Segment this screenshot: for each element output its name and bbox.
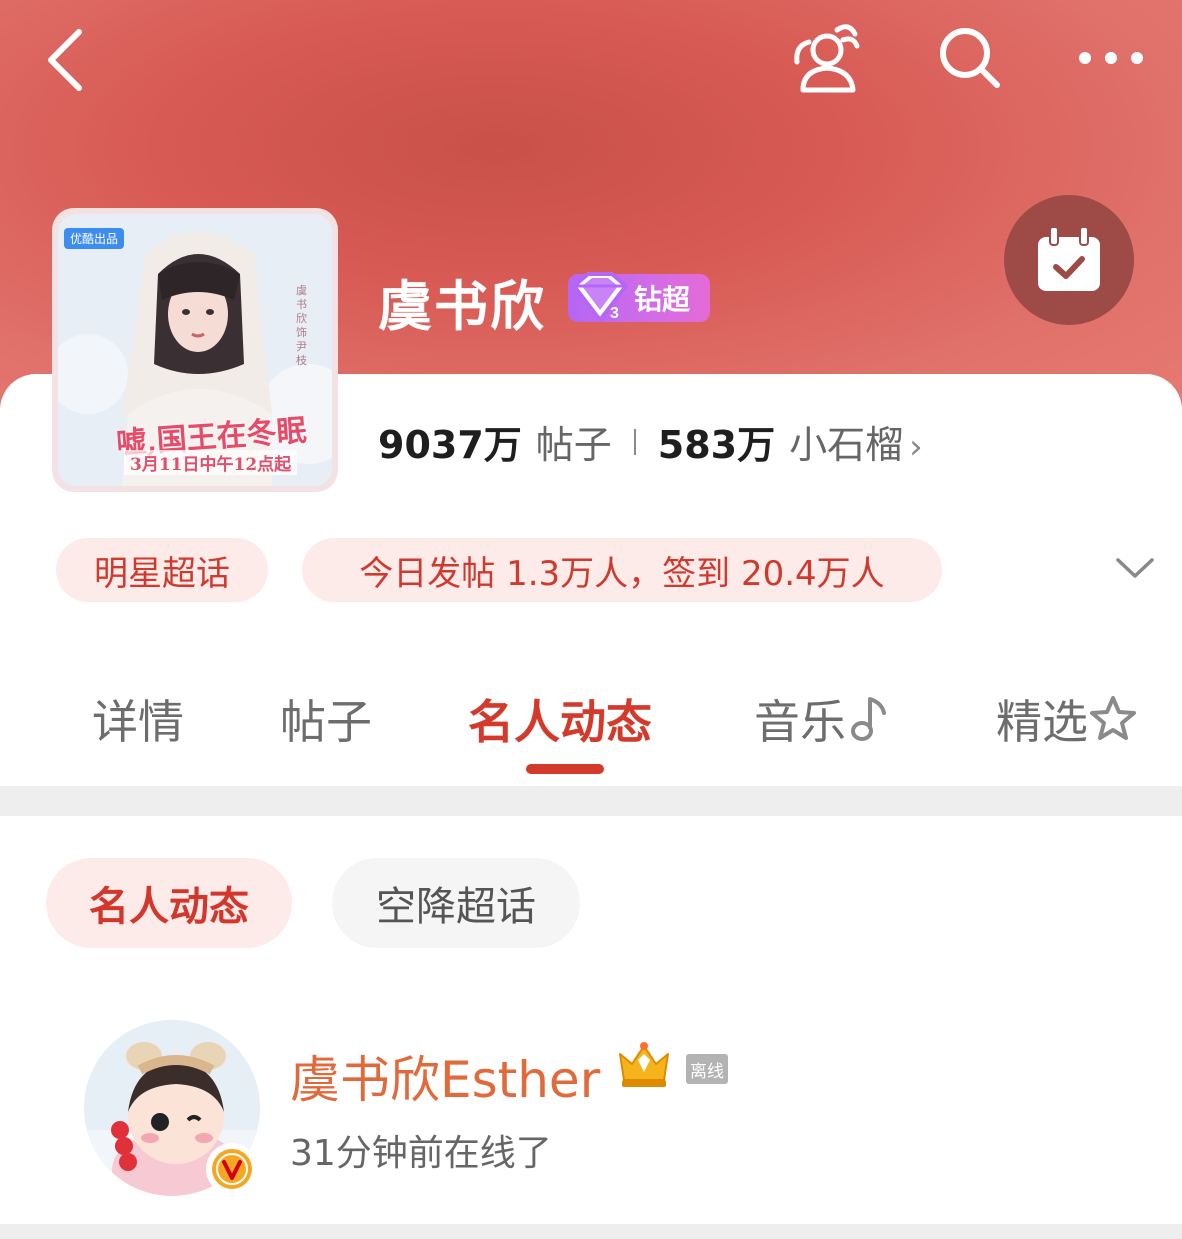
tab-posts[interactable]: 帖子 [280,686,372,752]
fans-label: 小石榴 [789,423,904,467]
diamond-icon: 3 [572,272,628,322]
cover-date: 3月11日中午12点起 [124,450,298,475]
last-online-text: 31分钟前在线了 [290,1133,552,1174]
tab-featured[interactable]: 精选 [996,686,1138,752]
celebrity-name[interactable]: 虞书欣Esther [290,1040,600,1112]
diamond-super-badge[interactable]: 3 钻超 [568,272,710,322]
diamond-badge-label: 钻超 [634,283,691,316]
tab-label: 名人动态 [468,695,652,749]
more-horizontal-icon [1079,52,1143,64]
cover-badge: 优酷出品 [64,228,125,249]
fans-count: 583万 [657,423,776,467]
badge-level: 3 [610,305,619,322]
calendar-check-icon [1038,226,1100,291]
chevron-down-icon [1116,558,1154,578]
expand-button[interactable] [1110,546,1160,590]
cover-side-text: 虞书欣饰尹枝 [296,284,307,367]
superfan-crown-badge [614,1040,674,1094]
chevron-right-icon: › [909,427,923,467]
posts-label: 帖子 [535,423,612,467]
group-chat-icon [794,24,860,93]
topic-category-pill[interactable]: 明星超话 [56,538,268,602]
tab-label: 精选 [996,695,1088,749]
verified-v-icon [212,1149,252,1189]
group-chat-button[interactable] [782,18,872,98]
section-divider [0,786,1182,816]
topic-stats[interactable]: 9037万 帖子 583万 小石榴 › [378,414,923,469]
tab-label: 音乐 [754,695,846,749]
checkin-button[interactable] [1004,195,1134,325]
topic-name: 虞书欣 [378,274,546,338]
active-tab-indicator [526,764,604,774]
more-button[interactable] [1066,18,1156,98]
tab-celebrity-updates[interactable]: 名人动态 [468,686,652,752]
back-button[interactable] [30,20,100,100]
daily-stats-pill: 今日发帖 1.3万人，签到 20.4万人 [302,538,942,602]
tab-music[interactable]: 音乐 [754,686,890,752]
tab-label: 详情 [92,695,184,749]
verified-badge [206,1143,258,1195]
status-badge: 离线 [686,1054,728,1084]
tab-label: 帖子 [280,695,372,749]
posts-count: 9037万 [378,423,522,467]
bottom-divider [0,1224,1182,1239]
chevron-left-icon [48,29,82,91]
topic-cover-image[interactable]: 优酷出品 虞书欣饰尹枝 嘘,国王在冬眠 3月11日中午12点起 [52,208,338,492]
tab-details[interactable]: 详情 [92,686,184,752]
chip-celebrity-updates[interactable]: 名人动态 [46,858,292,948]
crown-icon [619,1042,669,1087]
stats-divider [633,428,636,455]
search-button[interactable] [928,18,1012,98]
chip-airdrop-topic[interactable]: 空降超话 [332,858,580,948]
featured-star-icon [1090,696,1136,740]
search-icon [940,28,1000,88]
music-note-icon [851,697,886,741]
